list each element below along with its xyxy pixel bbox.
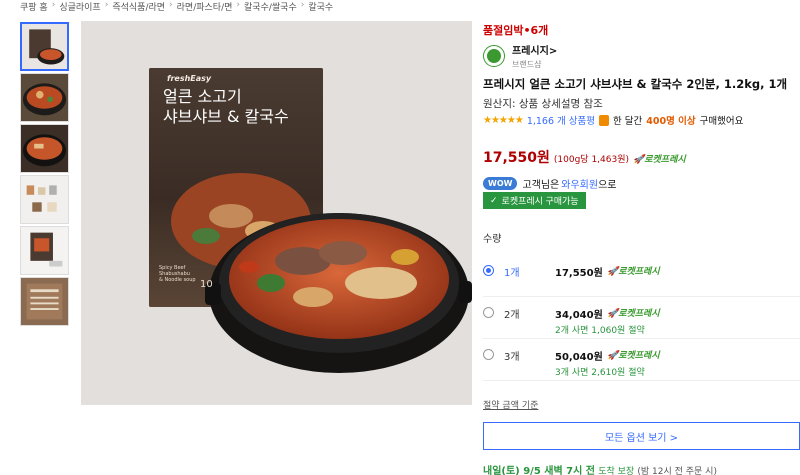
rating-row: ★★★★★ 1,166 개 상품평 한 달간 400명 이상 구매했어요 (483, 113, 743, 127)
wow-badge: WOW (483, 177, 518, 190)
price-row: 17,550원 (100g당 1,463원) 🚀로켓프레시 (483, 147, 686, 167)
thumbnail-image (21, 74, 68, 121)
breadcrumb-item[interactable]: 라면/파스타/면 (177, 0, 233, 13)
package-brand: freshEasy (167, 74, 212, 83)
all-options-button[interactable]: 모든 옵션 보기 > (483, 422, 800, 450)
package-english-line: & Noodle soup (159, 277, 196, 283)
brand-logo-icon (483, 45, 505, 67)
package-title-line2: 샤브샤브 & 칼국수 (163, 107, 289, 126)
product-title: 프레시지 얼큰 소고기 샤브샤브 & 칼국수 2인분, 1.2kg, 1개 (483, 77, 788, 91)
check-icon: ✓ (490, 195, 498, 205)
delivery-note: (밤 12시 전 주문 시) (637, 467, 717, 475)
radio-button[interactable] (483, 307, 494, 318)
option-quantity: 1개 (504, 268, 520, 279)
option-price: 17,550원 (555, 268, 603, 279)
delivery-suffix: 도착 보장 (598, 467, 635, 475)
rocket-fresh-purchase-label: 로켓프레시 구매가능 (501, 196, 579, 206)
product-origin: 원산지: 상품 상세설명 참조 (483, 98, 603, 110)
breadcrumb-separator: › (236, 0, 241, 10)
rocket-fresh-purchase-button[interactable]: ✓ 로켓프레시 구매가능 (483, 192, 586, 209)
thumbnail-1[interactable] (20, 22, 69, 71)
thumbnail-image (21, 227, 68, 274)
quantity-option-3[interactable]: 3개 50,040원 🚀로켓프레시 3개 사면 2,610원 절약 (483, 339, 800, 381)
brand-name[interactable]: 프레시지> (512, 42, 557, 57)
radio-button[interactable] (483, 349, 494, 360)
star-rating-icon: ★★★★★ (483, 114, 524, 126)
breadcrumb-separator: › (104, 0, 109, 10)
thumbnail-image (21, 125, 68, 172)
option-saving: 3개 사면 2,610원 절약 (555, 368, 645, 378)
thumbnail-5[interactable] (20, 226, 69, 275)
thumbnail-image (21, 176, 68, 223)
purchase-suffix: 구매했어요 (699, 116, 744, 127)
stock-status: 품절임박•6개 (483, 24, 549, 37)
savings-basis-link[interactable]: 절약 금액 기준 (483, 398, 538, 411)
thumbnail-2[interactable] (20, 73, 69, 122)
wow-text-prefix: 고객님은 (522, 180, 560, 191)
package-english-label: Spicy Beef Shabushabu & Noodle soup (159, 265, 196, 283)
breadcrumb: 쿠팡 홈 › 싱글라이프 › 즉석식품/라면 › 라면/파스타/면 › 칼국수/… (20, 0, 333, 13)
option-price: 50,040원 (555, 352, 603, 363)
wow-text-suffix: 으로 (598, 180, 617, 191)
wow-member-row: WOW 고객님은 와우회원 으로 (483, 176, 616, 191)
breadcrumb-home[interactable]: 쿠팡 홈 (20, 0, 48, 13)
breadcrumb-separator: › (300, 0, 305, 10)
quantity-option-1[interactable]: 1개 17,550원 🚀로켓프레시 (483, 255, 800, 297)
quantity-label: 수량 (483, 234, 502, 245)
unit-price: (100g당 1,463원) (553, 155, 630, 165)
quantity-option-2[interactable]: 2개 34,040원 🚀로켓프레시 2개 사면 1,060원 절약 (483, 297, 800, 339)
thumbnail-6[interactable] (20, 277, 69, 326)
breadcrumb-item[interactable]: 즉석식품/라면 (112, 0, 165, 13)
sale-price: 17,550원 (483, 150, 550, 166)
thumbnail-list (20, 22, 70, 328)
thumbnail-image (22, 24, 67, 69)
product-photo (81, 21, 472, 405)
thumbnail-3[interactable] (20, 124, 69, 173)
breadcrumb-item[interactable]: 칼국수 (308, 0, 333, 13)
breadcrumb-separator: › (169, 0, 173, 10)
thumbnail-image (21, 278, 68, 325)
breadcrumb-item[interactable]: 싱글라이프 (59, 0, 100, 13)
chevron-right-icon: > (548, 46, 558, 57)
brand-shop-label: 브랜드샵 (512, 60, 542, 69)
rocket-fresh-badge: 🚀로켓프레시 (607, 351, 660, 361)
delivery-date: 내일(토) 9/5 새벽 7시 전 (483, 466, 595, 475)
thumbnail-4[interactable] (20, 175, 69, 224)
review-count-link[interactable]: 1,166 개 상품평 (527, 113, 595, 127)
rocket-fresh-badge: 🚀로켓프레시 (607, 267, 660, 277)
rocket-fresh-badge: 🚀로켓프레시 (633, 155, 686, 165)
breadcrumb-item[interactable]: 칼국수/쌀국수 (244, 0, 297, 13)
option-quantity: 3개 (504, 352, 520, 363)
option-quantity: 2개 (504, 310, 520, 321)
option-price: 34,040원 (555, 310, 603, 321)
purchase-count: 400명 이상 (646, 116, 696, 127)
brand-shop-link[interactable]: 프레시지> 브랜드샵 (483, 42, 557, 70)
main-product-image[interactable]: freshEasy 얼큰 소고기 샤브샤브 & 칼국수 Spicy Beef S… (81, 21, 472, 405)
quantity-options: 1개 17,550원 🚀로켓프레시 2개 34,040원 🚀로켓프레시 2개 사… (483, 255, 800, 381)
purchase-prefix: 한 달간 (613, 116, 643, 127)
delivery-info: 내일(토) 9/5 새벽 7시 전 도착 보장 (밤 12시 전 주문 시) (483, 462, 717, 475)
wow-member-link[interactable]: 와우회원 (561, 176, 598, 191)
option-saving: 2개 사면 1,060원 절약 (555, 326, 645, 336)
rocket-fresh-badge: 🚀로켓프레시 (607, 309, 660, 319)
package-title-line1: 얼큰 소고기 (163, 87, 242, 106)
shopping-bag-icon (599, 114, 610, 126)
radio-button[interactable] (483, 265, 494, 276)
breadcrumb-separator: › (51, 0, 56, 10)
package-weight: 10 (200, 279, 213, 290)
